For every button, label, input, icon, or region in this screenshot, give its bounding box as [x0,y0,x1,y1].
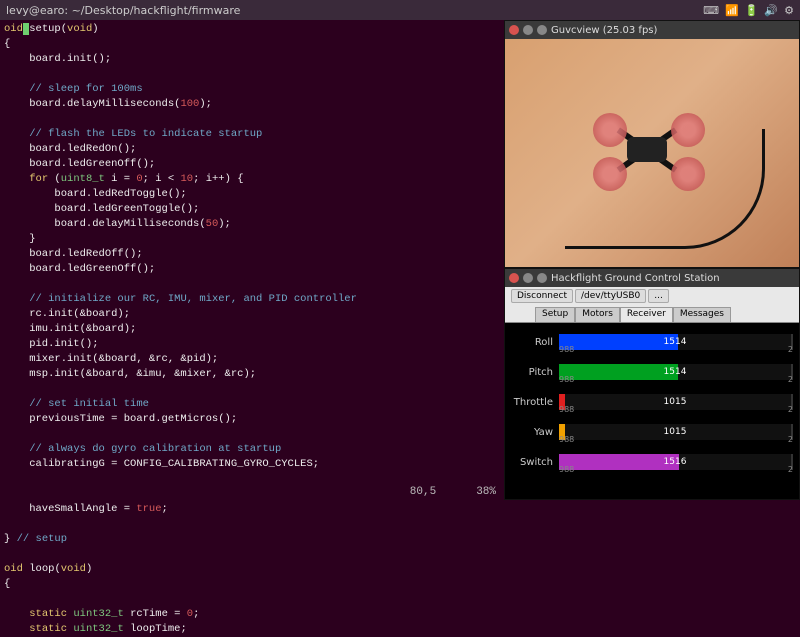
channel-value: 1514 [559,334,791,350]
channel-value: 1514 [559,364,791,380]
channel-value: 1516 [559,454,791,470]
code-content[interactable]: oid setup(void) { board.init(); // sleep… [4,22,500,637]
channel-bar: 1514 [559,334,793,350]
volume-icon[interactable]: 🔊 [764,4,778,17]
camera-feed [505,39,799,267]
channel-bar: 1516 [559,454,793,470]
camera-title: Guvcview (25.03 fps) [551,25,657,36]
channel-label: Pitch [511,367,553,378]
camera-titlebar[interactable]: Guvcview (25.03 fps) [505,21,799,39]
port-select[interactable]: /dev/ttyUSB0 [575,289,646,303]
window-title: levy@earo: ~/Desktop/hackflight/firmware [6,4,703,17]
tab-receiver[interactable]: Receiver [620,307,673,322]
channel-bar: 1514 [559,364,793,380]
gcs-receiver-panel: Roll15149882Pitch15149882Throttle1015988… [505,323,799,499]
minimize-icon[interactable] [523,273,533,283]
channel-bar: 1015 [559,424,793,440]
channel-row-pitch: Pitch 1514 [511,357,793,387]
channel-row-throttle: Throttle 1015 [511,387,793,417]
network-icon[interactable]: 📶 [725,4,739,17]
gcs-window[interactable]: Hackflight Ground Control Station Discon… [504,268,800,500]
system-tray: ⌨ 📶 🔋 🔊 ⚙ [703,4,794,17]
scroll-percent: 38% [476,486,496,498]
tab-setup[interactable]: Setup [535,307,575,322]
desktop-topbar: levy@earo: ~/Desktop/hackflight/firmware… [0,0,800,20]
channel-label: Switch [511,457,553,468]
maximize-icon[interactable] [537,25,547,35]
channel-row-switch: Switch 1516 [511,447,793,477]
gcs-title: Hackflight Ground Control Station [551,273,720,284]
channel-label: Roll [511,337,553,348]
camera-window[interactable]: Guvcview (25.03 fps) [504,20,800,268]
gear-icon[interactable]: ⚙ [784,4,794,17]
port-dropdown-button[interactable]: ... [648,289,669,303]
channel-bar: 1015 [559,394,793,410]
channel-row-yaw: Yaw 1015 [511,417,793,447]
channel-row-roll: Roll 1514 [511,327,793,357]
close-icon[interactable] [509,273,519,283]
tab-motors[interactable]: Motors [575,307,620,322]
editor-statusbar: 80,5 38% [0,484,504,500]
channel-value: 1015 [559,394,791,410]
channel-label: Yaw [511,427,553,438]
code-editor[interactable]: oid setup(void) { board.init(); // sleep… [0,20,504,500]
maximize-icon[interactable] [537,273,547,283]
tab-messages[interactable]: Messages [673,307,731,322]
cursor-position: 80,5 [410,486,436,498]
channel-label: Throttle [511,397,553,408]
battery-icon[interactable]: 🔋 [745,4,759,17]
gcs-tabs: SetupMotorsReceiverMessages [505,305,799,323]
channel-value: 1015 [559,424,791,440]
minimize-icon[interactable] [523,25,533,35]
close-icon[interactable] [509,25,519,35]
gcs-toolbar: Disconnect /dev/ttyUSB0 ... [505,287,799,305]
gcs-titlebar[interactable]: Hackflight Ground Control Station [505,269,799,287]
keyboard-icon[interactable]: ⌨ [703,4,719,17]
disconnect-button[interactable]: Disconnect [511,289,573,303]
